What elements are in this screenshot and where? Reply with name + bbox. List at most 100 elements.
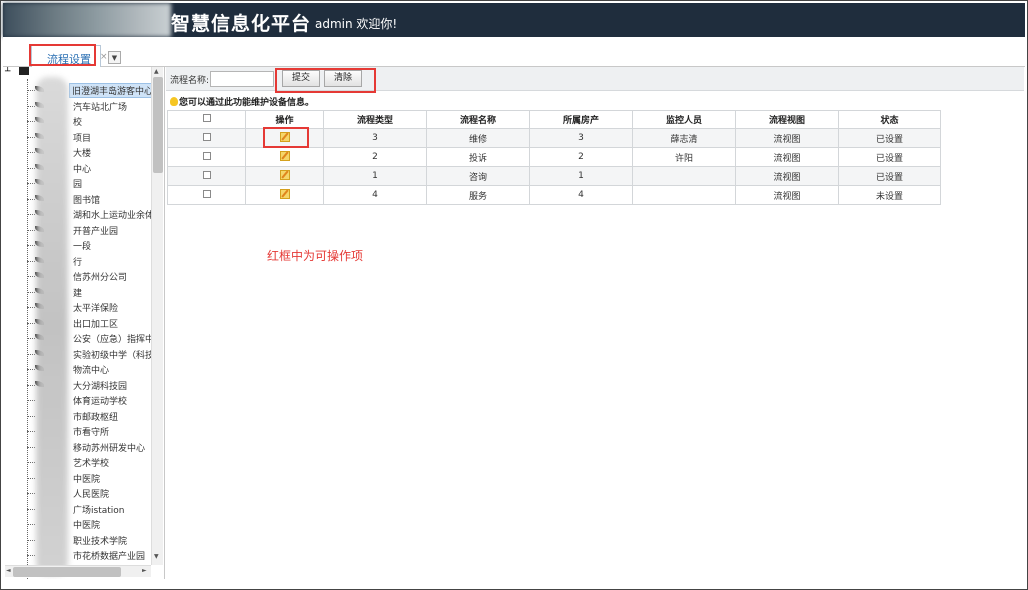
process-table: 操作 流程类型 流程名称 所属房产 监控人员 流程视图 状态 3 维修 3 薛志清 流视… [167, 110, 941, 205]
welcome-text: admin 欢迎你! [315, 17, 398, 31]
row-checkbox[interactable] [202, 132, 211, 141]
tree-connector [27, 229, 35, 231]
scroll-thumb[interactable] [13, 567, 121, 577]
scroll-right-icon[interactable]: ► [142, 567, 147, 574]
tab-menu-chevron-down-icon[interactable]: ▼ [108, 51, 121, 64]
tree-connector [27, 431, 35, 432]
name-cell: 服务 [426, 185, 530, 205]
tree-root-toggle[interactable]: ┴ [5, 67, 10, 81]
row-checkbox[interactable] [202, 151, 211, 160]
tree-item-label: 市看守所 [73, 428, 110, 438]
column-header: 流程名称 [426, 110, 530, 129]
tree-connector [27, 462, 35, 463]
select-cell[interactable] [167, 128, 246, 148]
tree-item-label: 出口加工区 [73, 319, 119, 330]
type-cell: 4 [323, 185, 427, 205]
tree-item-label: 中医院 [73, 474, 101, 485]
table-row: 2 投诉 2 许阳 流视图 已设置 [167, 147, 941, 167]
app-title: 智慧信息化平台 [171, 13, 312, 35]
tree-connector [27, 508, 35, 510]
monitor-cell [632, 166, 736, 186]
scroll-down-icon[interactable]: ▼ [154, 553, 159, 560]
tree-item-label: 旧澄湖丰岛游客中心 [69, 83, 157, 98]
tree-item-label: 物流中心 [73, 366, 110, 376]
header-select-all[interactable] [167, 110, 246, 129]
tree-connector [27, 276, 35, 277]
tree-item-label: 图书馆 [73, 195, 101, 206]
tree-item-label: 大楼 [73, 149, 92, 159]
property-cell: 3 [529, 128, 633, 148]
tree-vertical-scrollbar[interactable]: ▲ ▼ [151, 67, 163, 565]
scroll-thumb[interactable] [153, 77, 163, 173]
scroll-up-icon[interactable]: ▲ [154, 68, 159, 75]
view-cell[interactable]: 流视图 [735, 166, 839, 186]
tree-connector [27, 400, 35, 401]
table-row: 4 服务 4 流视图 未设置 [167, 185, 941, 205]
search-label: 流程名称: [170, 76, 210, 86]
select-cell[interactable] [167, 147, 246, 167]
column-header: 所属房产 [529, 110, 633, 129]
tree-item-label: 中心 [73, 164, 92, 175]
tree-item-label: 园 [73, 180, 83, 190]
tree-connector [27, 291, 35, 293]
tree-item-label: 人民医院 [73, 490, 110, 500]
tree-item-label: 公安（应急）指挥中心 [73, 335, 164, 345]
monitor-cell: 许阳 [632, 147, 736, 167]
tree-item-label: 一段 [73, 242, 92, 252]
row-checkbox[interactable] [202, 170, 211, 179]
monitor-cell: 薛志清 [632, 128, 736, 148]
view-cell[interactable]: 流视图 [735, 128, 839, 148]
table-header-row: 操作 流程类型 流程名称 所属房产 监控人员 流程视图 状态 [167, 110, 941, 129]
tree-connector [27, 105, 35, 107]
action-cell[interactable] [245, 185, 324, 205]
status-cell: 已设置 [838, 128, 941, 148]
tab-close-icon[interactable]: × [100, 52, 108, 62]
highlight-box-tab [29, 44, 96, 66]
tree-connector [27, 260, 35, 262]
highlight-box-buttons [275, 68, 376, 93]
redacted-area [36, 77, 68, 575]
select-cell[interactable] [167, 185, 246, 205]
tree-item-label: 市花桥数据产业园 [73, 552, 146, 562]
tree-item-label: 广场istation [73, 505, 125, 516]
view-cell[interactable]: 流视图 [735, 185, 839, 205]
property-cell: 4 [529, 185, 633, 205]
select-cell[interactable] [167, 166, 246, 186]
type-cell: 3 [323, 128, 427, 148]
tree-item-label: 中医院 [73, 521, 101, 531]
tree-item-label: 开普产业园 [73, 226, 119, 237]
row-checkbox[interactable] [202, 189, 211, 198]
tree-connector [27, 338, 35, 339]
tree-connector [27, 369, 35, 370]
tree-item-label: 行 [73, 257, 83, 268]
lightbulb-icon [170, 97, 178, 106]
app-window: 智慧信息化平台 admin 欢迎你! 流程设置 × ▼ ┴ 旧澄湖丰岛游客中心汽… [0, 0, 1028, 590]
tree-item-label: 艺术学校 [73, 459, 110, 469]
action-cell[interactable] [245, 166, 324, 186]
hint-text: 您可以通过此功能维护设备信息。 [170, 95, 314, 108]
edit-icon[interactable] [279, 150, 290, 161]
scroll-left-icon[interactable]: ◄ [6, 567, 11, 574]
edit-icon[interactable] [279, 188, 290, 199]
tree-connector [27, 90, 35, 91]
tree-connector [27, 152, 35, 153]
tree-connector [27, 167, 35, 169]
view-cell[interactable]: 流视图 [735, 147, 839, 167]
logo-image [3, 3, 171, 37]
column-header: 操作 [245, 110, 324, 129]
tree-horizontal-scrollbar[interactable]: ◄ ► [5, 565, 151, 577]
tree-connector [27, 198, 35, 200]
tab-strip: 流程设置 × ▼ [3, 37, 1025, 67]
column-header: 流程类型 [323, 110, 427, 129]
process-name-input[interactable] [210, 71, 274, 87]
name-cell: 维修 [426, 128, 530, 148]
tree-connector [27, 539, 35, 541]
type-cell: 1 [323, 166, 427, 186]
edit-icon[interactable] [279, 169, 290, 180]
action-cell[interactable] [245, 147, 324, 167]
highlight-box-edit [263, 127, 309, 148]
tree-connector [27, 307, 35, 308]
tree-connector [27, 322, 35, 324]
select-all-checkbox[interactable] [202, 114, 211, 122]
column-header: 监控人员 [632, 110, 736, 129]
